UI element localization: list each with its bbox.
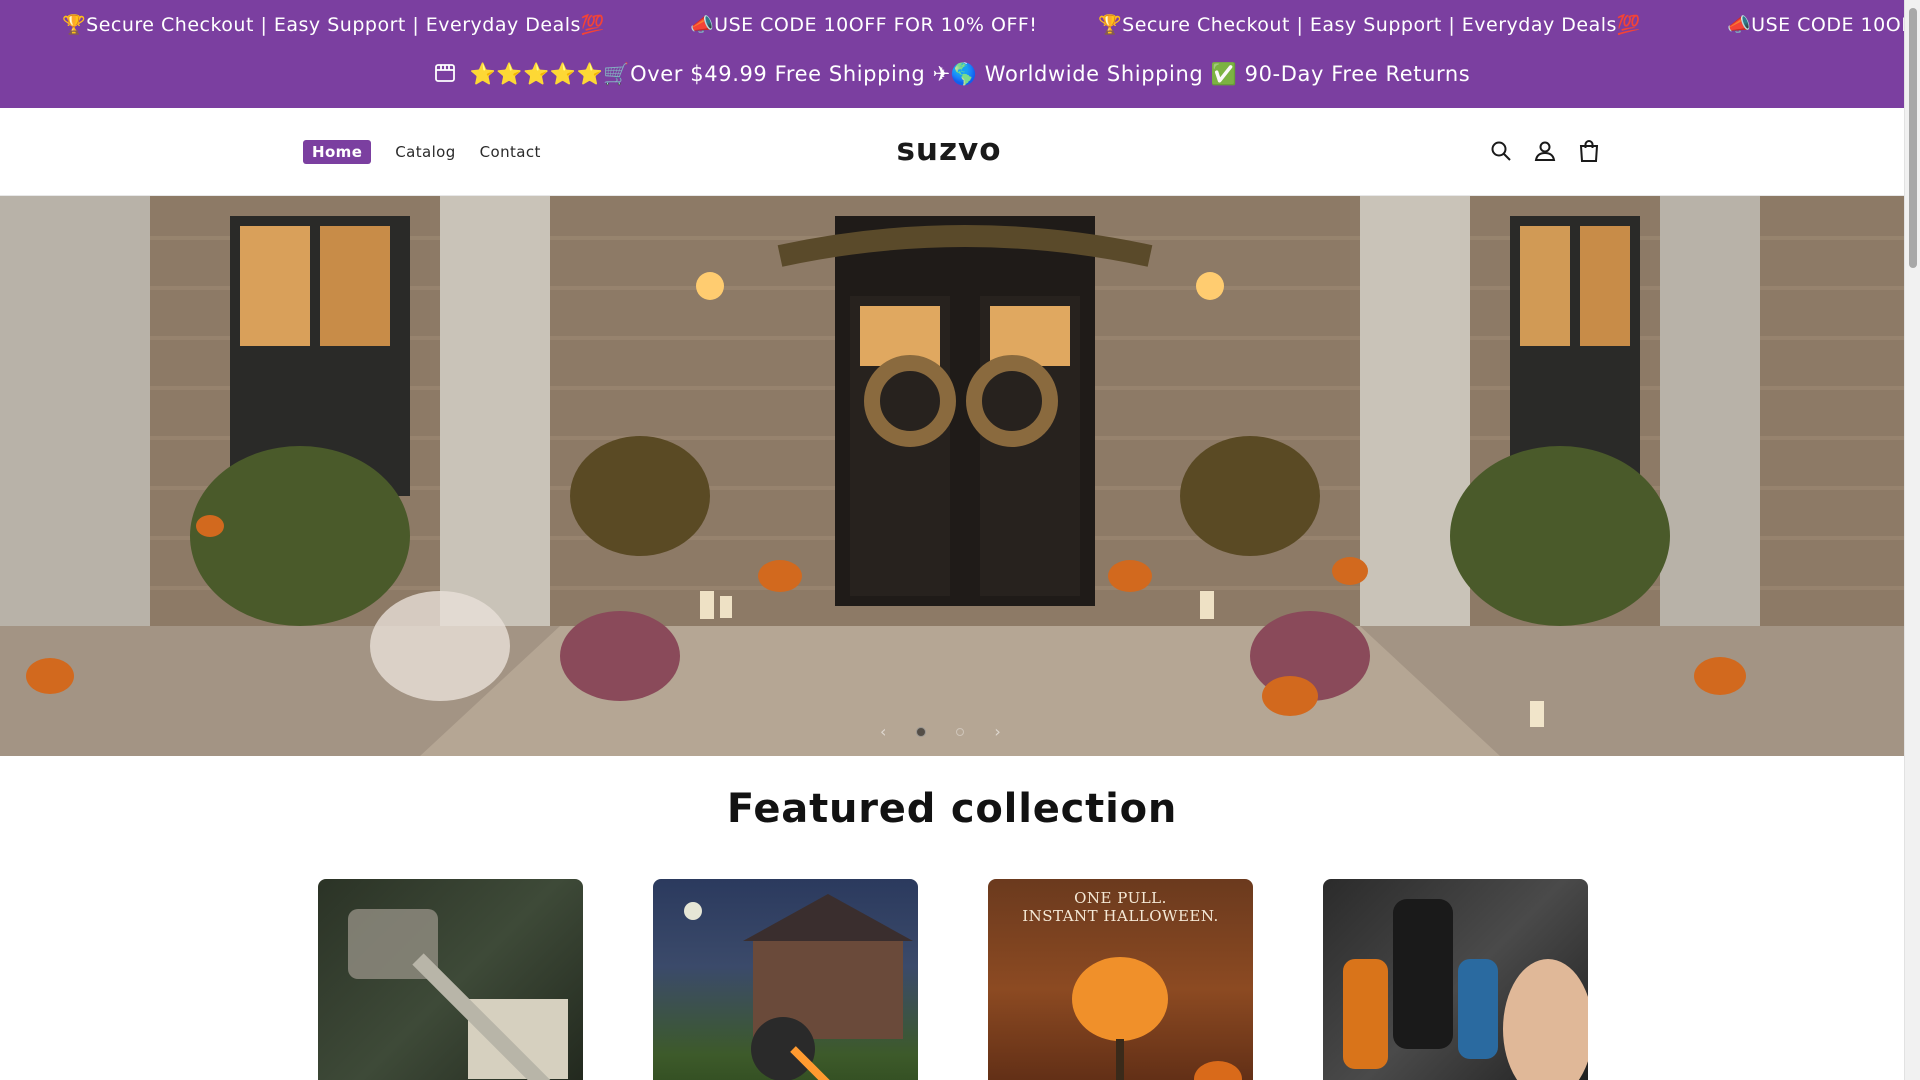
product-image [1343, 899, 1588, 1080]
slide-dot[interactable] [956, 727, 965, 736]
product-grid: ONE PULL. INSTANT HALLOWEEN. [318, 879, 1588, 1080]
marquee-item: 🏆Secure Checkout | Easy Support | Everyd… [1098, 14, 1642, 36]
account-icon[interactable] [1533, 139, 1557, 163]
site-header: Home Catalog Contact suzvo [0, 108, 1904, 196]
hero-slideshow [0, 196, 1904, 756]
chevron-right-icon[interactable]: › [994, 722, 1000, 741]
chevron-left-icon[interactable]: ‹ [880, 722, 886, 741]
page: 🏆Secure Checkout | Easy Support | Everyd… [0, 0, 1904, 1080]
marquee-item: 📣USE CODE 10OFF [1727, 14, 1904, 36]
marquee-item: 📣USE CODE 10OFF FOR 10% OFF! [690, 14, 1038, 36]
store-icon [434, 64, 455, 82]
page-scrollbar[interactable] [1904, 0, 1920, 1080]
cart-icon[interactable] [1577, 139, 1601, 163]
site-logo[interactable]: suzvo [0, 132, 1898, 168]
marquee-item: 🏆Secure Checkout | Easy Support | Everyd… [62, 14, 606, 36]
hero-image [0, 196, 1904, 756]
product-card[interactable] [318, 879, 583, 1080]
slideshow-controls: ‹ › [880, 722, 1001, 741]
product-card[interactable]: ONE PULL. INSTANT HALLOWEEN. [988, 879, 1253, 1080]
featured-collection-title: Featured collection [726, 786, 1178, 832]
announcement-marquee: 🏆Secure Checkout | Easy Support | Everyd… [0, 0, 1904, 50]
product-image [684, 894, 913, 1080]
product-card[interactable] [653, 879, 918, 1080]
product-image [348, 909, 568, 1080]
search-icon[interactable] [1489, 139, 1513, 163]
product-image-caption: ONE PULL. INSTANT HALLOWEEN. [1022, 889, 1219, 925]
scrollbar-thumb[interactable] [1909, 8, 1917, 268]
product-card[interactable] [1323, 879, 1588, 1080]
shipping-text: ⭐⭐⭐⭐⭐🛒Over $49.99 Free Shipping ✈🌎 World… [469, 62, 1471, 86]
header-icons [1489, 139, 1601, 163]
announcement-bar: 🏆Secure Checkout | Easy Support | Everyd… [0, 0, 1904, 108]
slide-dot-active[interactable] [916, 726, 927, 737]
shipping-banner: ⭐⭐⭐⭐⭐🛒Over $49.99 Free Shipping ✈🌎 World… [0, 62, 1904, 87]
